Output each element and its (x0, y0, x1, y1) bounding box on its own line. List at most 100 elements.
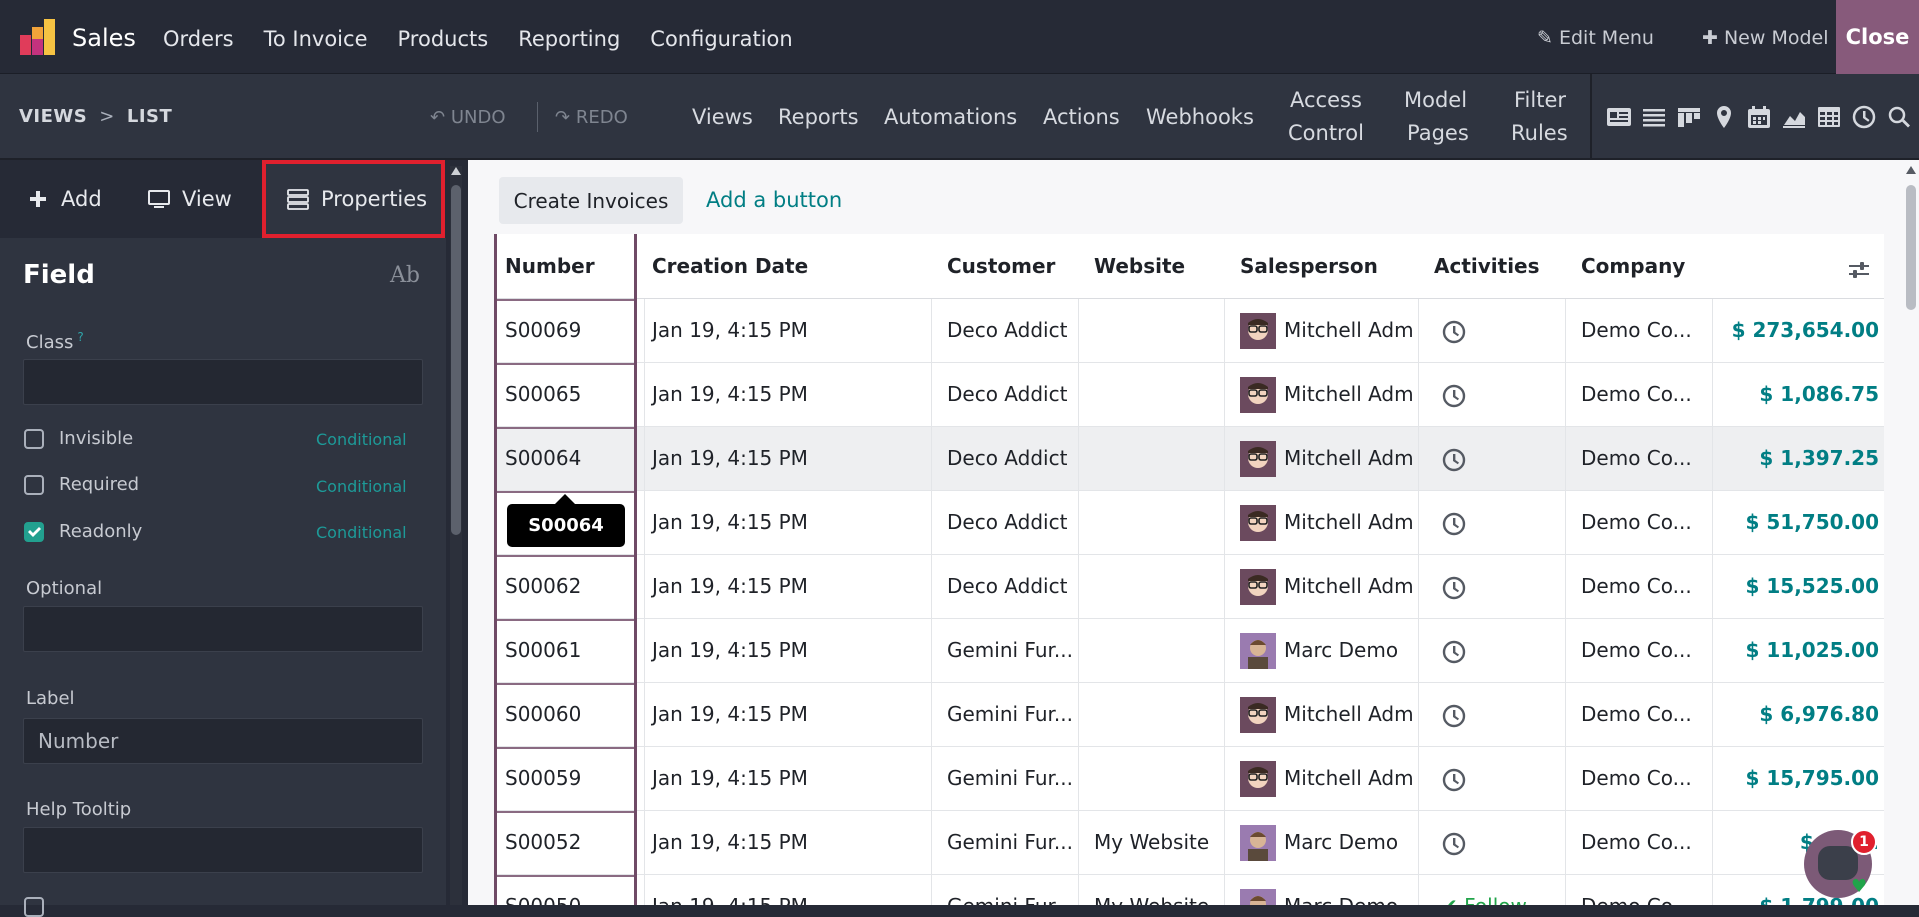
cell-company: Demo Co... (1581, 382, 1692, 406)
breadcrumb-views[interactable]: VIEWS (19, 106, 87, 127)
add-a-button-link[interactable]: Add a button (706, 188, 842, 212)
readonly-checkbox-row[interactable]: Readonly (24, 521, 142, 542)
column-salesperson[interactable]: Salesperson (1240, 254, 1378, 278)
studio-actions[interactable]: Actions (1043, 101, 1120, 133)
studio-model-pages-1[interactable]: Model (1404, 84, 1467, 116)
kanban-view-icon[interactable] (1676, 104, 1702, 130)
column-customer[interactable]: Customer (947, 254, 1055, 278)
tab-view[interactable]: View (148, 160, 232, 238)
tab-add[interactable]: Add (27, 160, 102, 238)
class-input[interactable] (23, 359, 423, 405)
pivot-view-icon[interactable] (1816, 104, 1842, 130)
menu-to-invoice[interactable]: To Invoice (264, 27, 368, 51)
invisible-checkbox[interactable] (24, 428, 44, 449)
studio-webhooks[interactable]: Webhooks (1146, 101, 1254, 133)
undo-button[interactable]: ↶ UNDO (430, 107, 506, 128)
studio-views[interactable]: Views (692, 101, 753, 133)
cell-amount: $ 15,525.00 (1745, 574, 1880, 598)
sales-app-icon[interactable] (20, 19, 60, 55)
form-view-icon[interactable] (1606, 104, 1632, 130)
create-invoices-button[interactable]: Create Invoices (499, 177, 683, 224)
main-scroll-up-icon[interactable] (1906, 166, 1916, 174)
required-checkbox-row[interactable]: Required (24, 474, 139, 495)
readonly-checkbox[interactable] (24, 521, 44, 542)
activity-clock-icon[interactable] (1441, 575, 1467, 601)
app-name[interactable]: Sales (72, 24, 136, 52)
activity-clock-icon[interactable] (1441, 319, 1467, 345)
invisible-conditional-link[interactable]: Conditional (316, 430, 407, 449)
invisible-checkbox-row[interactable]: Invisible (24, 428, 133, 449)
activity-clock-icon[interactable] (1441, 767, 1467, 793)
table-row[interactable]: S00069 Jan 19, 4:15 PM Deco Addict Mitchell… (494, 299, 1884, 363)
search-view-icon[interactable] (1886, 104, 1912, 130)
table-row[interactable]: S00064 Jan 19, 4:15 PM Deco Addict Mitchell… (494, 427, 1884, 491)
table-row[interactable]: S00065 Jan 19, 4:15 PM Deco Addict Mitchell… (494, 363, 1884, 427)
cell-creation-date: Jan 19, 4:15 PM (652, 638, 808, 662)
cell-salesperson: Marc Demo (1284, 830, 1399, 854)
activity-follow[interactable]: ✔ Follow (1441, 894, 1527, 905)
activity-clock-icon[interactable] (1441, 383, 1467, 409)
sidebar-scrollbar-thumb[interactable] (451, 185, 461, 535)
required-conditional-link[interactable]: Conditional (316, 477, 407, 496)
optional-select[interactable] (23, 606, 423, 652)
activity-clock-icon[interactable] (1441, 703, 1467, 729)
studio-access-control-1[interactable]: Access (1290, 84, 1362, 116)
studio-model-pages-2[interactable]: Pages (1407, 117, 1469, 149)
cell-customer: Gemini Fur... (947, 702, 1073, 726)
column-separator (1565, 747, 1566, 811)
menu-reporting[interactable]: Reporting (518, 27, 620, 51)
help-tooltip-input[interactable] (23, 827, 423, 873)
activity-clock-icon[interactable] (1441, 447, 1467, 473)
table-row[interactable]: S00050 Jan 19, 4:15 PM Gemini Fur... My Web… (494, 875, 1884, 905)
column-separator (644, 683, 645, 747)
activity-view-icon[interactable] (1851, 104, 1877, 130)
required-label: Required (59, 474, 140, 495)
monitor-icon (148, 190, 170, 208)
close-studio-button[interactable]: Close (1836, 0, 1919, 74)
activity-clock-icon[interactable] (1441, 511, 1467, 537)
cell-customer: Gemini Fur... (947, 766, 1073, 790)
activity-clock-icon[interactable] (1441, 639, 1467, 665)
column-separator (644, 363, 645, 427)
table-row[interactable]: S00052 Jan 19, 4:15 PM Gemini Fur... My Web… (494, 811, 1884, 875)
tab-properties[interactable]: Properties (262, 160, 445, 238)
readonly-conditional-link[interactable]: Conditional (316, 523, 407, 542)
new-model-button[interactable]: ✚ New Model (1702, 27, 1829, 49)
main-scrollbar-thumb[interactable] (1906, 185, 1916, 310)
required-checkbox[interactable] (24, 474, 44, 495)
table-row[interactable]: S00061 Jan 19, 4:15 PM Gemini Fur... Marc D… (494, 619, 1884, 683)
cell-company: Demo Co... (1581, 702, 1692, 726)
menu-configuration[interactable]: Configuration (650, 27, 792, 51)
studio-reports[interactable]: Reports (778, 101, 859, 133)
studio-filter-rules-1[interactable]: Filter (1514, 84, 1566, 116)
graph-view-icon[interactable] (1781, 104, 1807, 130)
column-company[interactable]: Company (1581, 254, 1685, 278)
map-view-icon[interactable] (1711, 104, 1737, 130)
list-view-icon[interactable] (1641, 104, 1667, 130)
column-separator (1078, 555, 1079, 619)
column-creation-date[interactable]: Creation Date (652, 254, 808, 278)
help-icon[interactable]: ? (77, 330, 83, 344)
column-number[interactable]: Number (505, 254, 595, 278)
menu-orders[interactable]: Orders (163, 27, 234, 51)
table-row[interactable]: S00060 Jan 19, 4:15 PM Gemini Fur... Mitche… (494, 683, 1884, 747)
sidebar-scroll-up-icon[interactable] (451, 167, 461, 175)
class-label: Class? (26, 330, 84, 353)
table-header: Number Creation Date Customer Website Sa… (494, 234, 1884, 299)
column-website[interactable]: Website (1094, 254, 1185, 278)
menu-products[interactable]: Products (398, 27, 489, 51)
optional-columns-icon[interactable] (1847, 258, 1871, 282)
table-row[interactable]: S00059 Jan 19, 4:15 PM Gemini Fur... Mitche… (494, 747, 1884, 811)
studio-filter-rules-2[interactable]: Rules (1511, 117, 1568, 149)
edit-menu-button[interactable]: ✎ Edit Menu (1537, 27, 1654, 49)
redo-button[interactable]: ↷ REDO (555, 107, 628, 128)
label-input[interactable]: Number (23, 718, 423, 764)
activity-clock-icon[interactable] (1441, 831, 1467, 857)
calendar-view-icon[interactable] (1746, 104, 1772, 130)
table-row[interactable]: Jan 19, 4:15 PM Deco Addict Mitchell Admi D… (494, 491, 1884, 555)
table-row[interactable]: S00062 Jan 19, 4:15 PM Deco Addict Mitchell… (494, 555, 1884, 619)
studio-access-control-2[interactable]: Control (1288, 117, 1364, 149)
column-activities[interactable]: Activities (1434, 254, 1540, 278)
next-checkbox[interactable] (24, 897, 44, 917)
studio-automations[interactable]: Automations (884, 101, 1017, 133)
